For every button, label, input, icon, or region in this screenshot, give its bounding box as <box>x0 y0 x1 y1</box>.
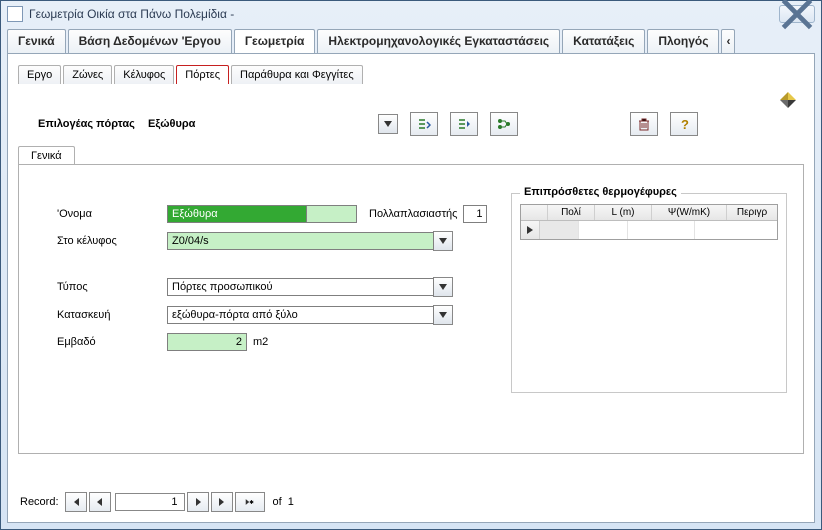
inner-tabs: Γενικά <box>18 146 804 165</box>
multiplier-label: Πολλαπλασιαστής <box>369 208 457 220</box>
col-poli: Πολί <box>548 205 595 220</box>
construction-combo[interactable] <box>167 305 453 325</box>
construction-input[interactable] <box>167 306 433 324</box>
subtab-doors[interactable]: Πόρτες <box>176 65 229 84</box>
help-button[interactable]: ? <box>670 112 698 136</box>
construction-dropdown-icon[interactable] <box>433 305 453 325</box>
record-of: of <box>273 496 282 508</box>
type-input[interactable] <box>167 278 433 296</box>
col-length: L (m) <box>595 205 652 220</box>
subtab-shell[interactable]: Κέλυφος <box>114 65 174 84</box>
tab-navigator[interactable]: Πλοηγός <box>647 29 719 53</box>
thermal-bridges-fieldset: Επιπρόσθετες θερμογέφυρες Πολί L (m) Ψ(W… <box>511 193 787 393</box>
form-panel: 'Ονομα Πολλαπλασιαστής Στο κέλυφος Τύπος <box>18 164 804 454</box>
svg-text:?: ? <box>681 117 689 131</box>
inner-tab-general[interactable]: Γενικά <box>18 146 75 165</box>
tab-general[interactable]: Γενικά <box>7 29 66 53</box>
construction-label: Κατασκευή <box>57 309 167 321</box>
record-number-input[interactable] <box>115 493 185 511</box>
thermal-bridges-legend: Επιπρόσθετες θερμογέφυρες <box>520 186 681 198</box>
titlebar: Γεωμετρία Οικία στα Πάνω Πολεμίδια - <box>1 1 821 27</box>
type-combo[interactable] <box>167 277 453 297</box>
next-record-button[interactable] <box>187 492 209 512</box>
selector-label: Επιλογέας πόρτας <box>38 118 148 130</box>
grid-header: Πολί L (m) Ψ(W/mK) Περιγρ <box>521 205 777 221</box>
last-record-button[interactable] <box>211 492 233 512</box>
multiplier-input[interactable] <box>463 205 487 223</box>
grid-new-row[interactable] <box>521 221 777 239</box>
app-icon <box>7 6 23 22</box>
tab-scroll-left[interactable]: ‹ <box>721 29 735 53</box>
record-total: 1 <box>288 496 294 508</box>
insert-before-button[interactable] <box>410 112 438 136</box>
col-desc: Περιγρ <box>727 205 777 220</box>
insert-after-button[interactable] <box>450 112 478 136</box>
branch-button[interactable] <box>490 112 518 136</box>
new-record-button[interactable]: ✱ <box>235 492 265 512</box>
type-dropdown-icon[interactable] <box>433 277 453 297</box>
close-button[interactable] <box>779 5 815 23</box>
shell-label: Στο κέλυφος <box>57 235 167 247</box>
delete-button[interactable] <box>630 112 658 136</box>
thermal-bridges-grid[interactable]: Πολί L (m) Ψ(W/mK) Περιγρ <box>520 204 778 240</box>
sub-tabs: Εργο Ζώνες Κέλυφος Πόρτες Παράθυρα και Φ… <box>18 62 804 84</box>
area-input[interactable] <box>167 333 247 351</box>
area-unit: m2 <box>253 336 268 348</box>
tab-geometry[interactable]: Γεωμετρία <box>234 29 316 53</box>
area-label: Εμβαδό <box>57 336 167 348</box>
type-label: Τύπος <box>57 281 167 293</box>
content-pane: Εργο Ζώνες Κέλυφος Πόρτες Παράθυρα και Φ… <box>7 53 815 523</box>
name-input[interactable] <box>167 205 307 223</box>
shell-combo[interactable] <box>167 231 453 251</box>
main-tabs: Γενικά Βάση Δεδομένων 'Εργου Γεωμετρία Η… <box>1 27 821 53</box>
window-title: Γεωμετρία Οικία στα Πάνω Πολεμίδια - <box>29 7 779 21</box>
subtab-project[interactable]: Εργο <box>18 65 61 84</box>
row-selector-icon[interactable] <box>521 221 540 239</box>
shell-dropdown-icon[interactable] <box>433 231 453 251</box>
subtab-windows[interactable]: Παράθυρα και Φεγγίτες <box>231 65 363 84</box>
app-logo-icon <box>778 90 798 110</box>
tab-hvac[interactable]: Ηλεκτρομηχανολογικές Εγκαταστάσεις <box>317 29 560 53</box>
record-label: Record: <box>20 496 59 508</box>
shell-input[interactable] <box>167 232 433 250</box>
app-window: Γεωμετρία Οικία στα Πάνω Πολεμίδια - Γεν… <box>0 0 822 530</box>
col-psi: Ψ(W/mK) <box>652 205 727 220</box>
tab-db[interactable]: Βάση Δεδομένων 'Εργου <box>68 29 232 53</box>
record-navigator: Record: ✱ of 1 <box>20 492 294 512</box>
door-selector-row: Επιλογέας πόρτας Εξώθυρα ? <box>38 112 804 136</box>
svg-text:✱: ✱ <box>249 499 254 506</box>
subtab-zones[interactable]: Ζώνες <box>63 65 112 84</box>
name-label: 'Ονομα <box>57 208 167 220</box>
tab-ratings[interactable]: Κατατάξεις <box>562 29 645 53</box>
prev-record-button[interactable] <box>89 492 111 512</box>
first-record-button[interactable] <box>65 492 87 512</box>
selector-dropdown[interactable] <box>378 114 398 134</box>
selector-value: Εξώθυρα <box>148 118 378 130</box>
